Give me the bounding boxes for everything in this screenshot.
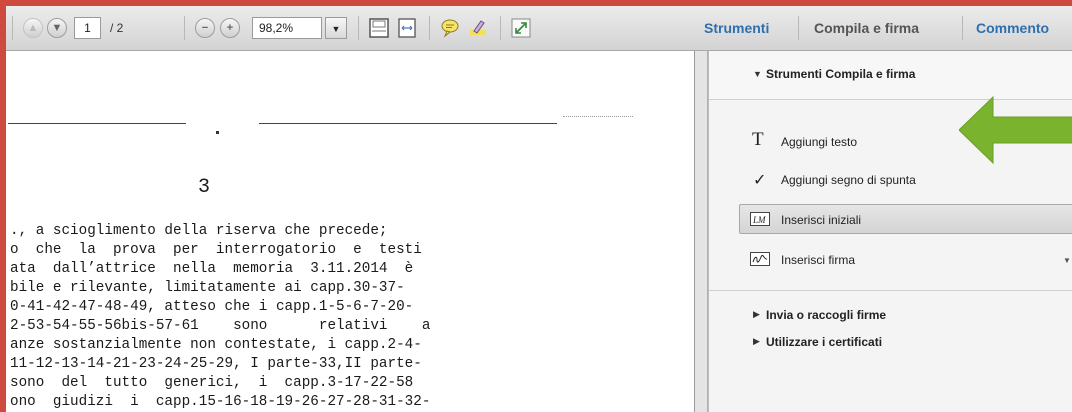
zoom-out-button[interactable]: − <box>195 18 215 38</box>
text-t-icon: T <box>752 129 764 150</box>
svg-text:LM: LM <box>752 215 766 225</box>
document-line: anze sostanzialmente non contestate, i c… <box>10 337 422 353</box>
previous-page-button[interactable]: ▲ <box>23 18 43 38</box>
comment-bubble-icon[interactable] <box>439 17 461 39</box>
document-line: 2-53-54-55-56bis-57-61 sono relativi a <box>10 318 431 334</box>
tab-compila-e-firma-label: Compila e firma <box>814 20 920 36</box>
minus-icon: − <box>201 22 209 34</box>
plus-icon: + <box>226 22 234 34</box>
tools-panel: ▼ Strumenti Compila e firma T Aggiungi t… <box>708 51 1072 412</box>
document-line: ., a scioglimento della riserva che prec… <box>10 223 388 239</box>
toolbar-divider <box>962 16 963 40</box>
tool-add-checkmark[interactable]: ✓ Aggiungi segno di spunta <box>739 167 1072 193</box>
page-total: / 2 <box>110 21 124 35</box>
document-line: sono del tutto generici, i capp.3-17-22-… <box>10 375 414 391</box>
document-line: 0-41-42-47-48-49, atteso che i capp.1-5-… <box>10 299 414 315</box>
tool-insert-signature[interactable]: Inserisci firma ▼ <box>739 247 1072 273</box>
toolbar-divider <box>429 16 430 40</box>
document-line: ono giudizi i capp.15-16-18-19-26-27-28-… <box>10 394 431 410</box>
section-title: Invia o raccogli firme <box>766 308 887 322</box>
section-header[interactable]: ▼ Strumenti Compila e firma <box>709 51 1072 100</box>
page-number-input[interactable]: 1 <box>74 17 101 39</box>
section-title: Strumenti Compila e firma <box>766 67 916 81</box>
header-rule-left <box>8 123 186 124</box>
header-rule-faint <box>563 116 633 117</box>
ink-dot <box>216 131 219 134</box>
tool-label: Inserisci firma <box>781 253 856 267</box>
toolbar-divider <box>500 16 501 40</box>
panel-divider <box>709 290 1072 291</box>
triangle-right-icon: ▶ <box>753 336 760 346</box>
tool-label: Aggiungi testo <box>781 135 858 149</box>
signature-icon <box>750 252 770 266</box>
document-line: 11-12-13-14-21-23-24-25-29, I parte-33,I… <box>10 356 422 372</box>
toolbar-divider <box>12 16 13 40</box>
toolbar: ▲ ▼ 1 / 2 − + 98,2% ▼ Strumenti Compila … <box>6 6 1072 51</box>
zoom-level-input[interactable]: 98,2% <box>252 17 322 39</box>
expand-icon[interactable] <box>510 17 532 39</box>
toolbar-divider <box>798 16 799 40</box>
tool-label: Aggiungi segno di spunta <box>781 173 916 187</box>
tab-strumenti[interactable]: Strumenti <box>704 18 769 38</box>
next-page-button[interactable]: ▼ <box>47 18 67 38</box>
zoom-in-button[interactable]: + <box>220 18 240 38</box>
section-title: Utilizzare i certificati <box>766 335 883 349</box>
document-line: o che la prova per interrogatorio e test… <box>10 242 422 258</box>
tab-compila-e-firma[interactable]: Compila e firma <box>814 18 919 38</box>
triangle-down-icon: ▼ <box>753 69 762 79</box>
highlighter-icon[interactable] <box>467 17 489 39</box>
tool-insert-initials[interactable]: LM Inserisci iniziali <box>739 204 1072 234</box>
tool-add-text[interactable]: T Aggiungi testo <box>739 129 1072 155</box>
arrow-up-icon: ▲ <box>27 22 39 34</box>
section-send-signatures[interactable]: ▶ Invia o raccogli firme <box>739 307 1069 327</box>
tab-commento[interactable]: Commento <box>976 18 1049 38</box>
fit-width-icon[interactable] <box>396 17 418 39</box>
toolbar-divider <box>184 16 185 40</box>
fit-page-icon[interactable] <box>368 17 390 39</box>
header-rule-right <box>259 123 557 124</box>
vertical-scrollbar[interactable] <box>695 51 708 412</box>
zoom-dropdown-button[interactable]: ▼ <box>325 17 347 39</box>
tab-commento-label: Commento <box>976 20 1050 36</box>
section-certificates[interactable]: ▶ Utilizzare i certificati <box>739 334 1069 354</box>
acrobat-window: ▲ ▼ 1 / 2 − + 98,2% ▼ Strumenti Compila … <box>6 6 1072 412</box>
page-number: 3 <box>198 176 211 199</box>
chevron-down-icon: ▼ <box>331 24 341 34</box>
tab-strumenti-label: Strumenti <box>704 20 770 36</box>
arrow-down-icon: ▼ <box>51 22 63 34</box>
triangle-right-icon: ▶ <box>753 309 760 319</box>
chevron-down-icon[interactable]: ▼ <box>1063 256 1071 265</box>
document-line: ata dall’attrice nella memoria 3.11.2014… <box>10 261 414 277</box>
document-page[interactable]: 3 ., a scioglimento della riserva che pr… <box>6 51 695 412</box>
checkmark-icon: ✓ <box>753 172 767 189</box>
toolbar-divider <box>358 16 359 40</box>
tool-label: Inserisci iniziali <box>781 213 862 227</box>
document-line: bile e rilevante, limitatamente ai capp.… <box>10 280 405 296</box>
initials-icon: LM <box>750 212 770 226</box>
